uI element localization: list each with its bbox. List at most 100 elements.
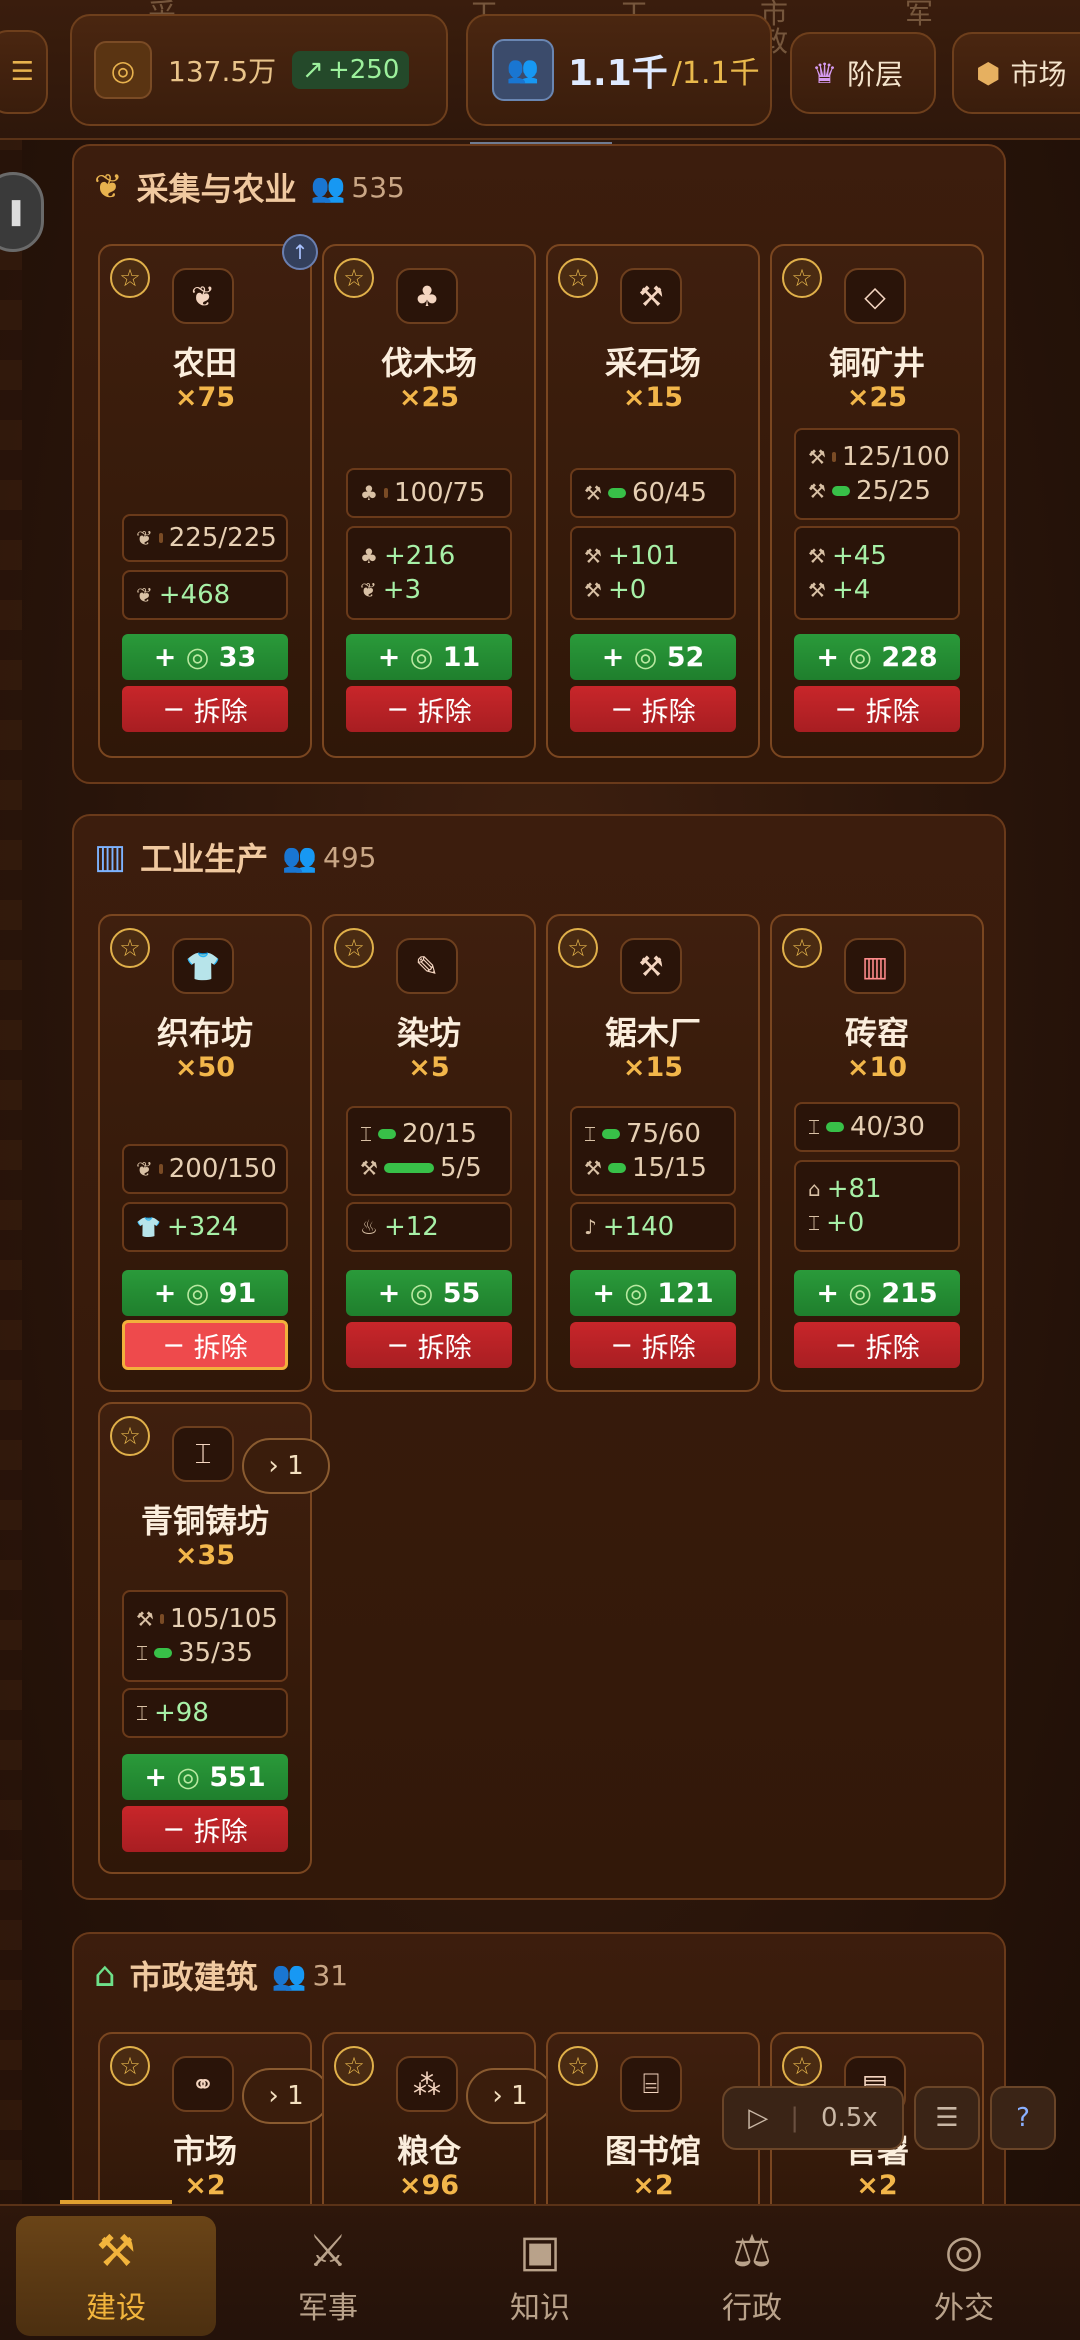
favorite-star-icon[interactable]: ☆ xyxy=(334,2046,374,2086)
building-name: 织布坊 xyxy=(156,1014,253,1052)
build-button[interactable]: + ◎ 551 xyxy=(122,1754,288,1800)
building-name: 粮仓 xyxy=(396,2132,461,2170)
demolish-button[interactable]: − 拆除 xyxy=(122,1806,288,1852)
output-stat: ⚒ +101 ⚒ +0 xyxy=(570,526,736,620)
section-title: 市政建筑 xyxy=(129,1958,258,1996)
demolish-button[interactable]: − 拆除 xyxy=(570,686,736,732)
demolish-button[interactable]: − 拆除 xyxy=(346,686,512,732)
anvil-icon: ⌶ xyxy=(136,1701,148,1725)
help-button[interactable]: ? xyxy=(990,2086,1056,2150)
pause-handle[interactable]: ❚❚ xyxy=(0,172,44,252)
nav-diplomacy[interactable]: ◎ 外交 xyxy=(864,2216,1064,2336)
demolish-label: 拆除 xyxy=(641,696,696,728)
price-value: 551 xyxy=(209,1761,266,1793)
build-button[interactable]: + ◎ 55 xyxy=(346,1270,512,1316)
output-value: +468 xyxy=(158,580,231,610)
price-value: 215 xyxy=(881,1277,938,1309)
classes-button[interactable]: ♛ 阶层 xyxy=(790,32,936,114)
queue-badge[interactable]: › 1 xyxy=(242,2068,330,2124)
nav-administration[interactable]: ⚖ 行政 xyxy=(652,2216,852,2336)
favorite-star-icon[interactable]: ☆ xyxy=(782,258,822,298)
menu-button[interactable]: ☰ xyxy=(914,2086,980,2150)
coin-icon: ◎ xyxy=(624,1277,648,1309)
wheat-icon: ❦ xyxy=(360,578,377,602)
nav-build[interactable]: ⚒ 建设 xyxy=(16,2216,216,2336)
market-button[interactable]: ⬢ 市场 xyxy=(952,32,1080,114)
demolish-button[interactable]: − 拆除 xyxy=(346,1322,512,1368)
favorite-star-icon[interactable]: ☆ xyxy=(558,258,598,298)
building-card-quarry: ☆ ⚒ 采石场 ×15 ⚒ 60/45 ⚒ +101 ⚒ +0 + ◎ 52 − 拆除 xyxy=(546,244,760,758)
gem-icon: ◇ xyxy=(844,268,906,324)
demolish-button[interactable]: − 拆除 xyxy=(794,1322,960,1368)
building-count: ×96 xyxy=(398,2170,460,2201)
build-button[interactable]: + ◎ 11 xyxy=(346,634,512,680)
stat-value: 225/225 xyxy=(168,523,277,553)
fill-bar xyxy=(602,1129,620,1139)
building-count: ×35 xyxy=(174,1540,236,1571)
menu-tab-partial[interactable]: ☰ xyxy=(0,30,48,114)
building-count: ×50 xyxy=(174,1052,236,1083)
hammer-icon: ⚒ xyxy=(360,1156,378,1180)
anvil-icon: ⌶ xyxy=(584,1122,596,1146)
upgrade-arrow-icon[interactable]: ↑ xyxy=(282,234,318,270)
fill-bar xyxy=(607,488,626,498)
fill-bar xyxy=(158,533,163,543)
favorite-star-icon[interactable]: ☆ xyxy=(110,2046,150,2086)
worker-stat: ⌶ 40/30 xyxy=(794,1102,960,1152)
build-button[interactable]: + ◎ 52 xyxy=(570,634,736,680)
output-stat: ❦ +468 xyxy=(122,570,288,620)
build-button[interactable]: + ◎ 228 xyxy=(794,634,960,680)
favorite-star-icon[interactable]: ☆ xyxy=(782,928,822,968)
favorite-star-icon[interactable]: ☆ xyxy=(782,2046,822,2086)
favorite-star-icon[interactable]: ☆ xyxy=(110,928,150,968)
gold-display[interactable]: ◎ 137.5万 ↗ +250 xyxy=(70,14,448,126)
home-icon: ⌂ xyxy=(808,1177,821,1201)
demolish-label: 拆除 xyxy=(865,1332,920,1364)
market-label: 市场 xyxy=(1010,58,1067,91)
fill-bar xyxy=(378,1129,396,1139)
favorite-star-icon[interactable]: ☆ xyxy=(110,1416,150,1456)
coin-icon: ◎ xyxy=(848,1277,872,1309)
nav-knowledge[interactable]: ▣ 知识 xyxy=(440,2216,640,2336)
demolish-button[interactable]: − 拆除 xyxy=(122,686,288,732)
gavel-icon: ⚖ xyxy=(732,2225,772,2277)
queue-badge[interactable]: › 1 xyxy=(466,2068,554,2124)
stat-value: 15/15 xyxy=(631,1153,707,1183)
section-header: ⌂ 市政建筑 👥 31 xyxy=(94,1952,348,1998)
demolish-button[interactable]: − 拆除 xyxy=(570,1322,736,1368)
building-count: ×15 xyxy=(622,382,684,413)
build-button[interactable]: + ◎ 33 xyxy=(122,634,288,680)
building-count: ×25 xyxy=(398,382,460,413)
shirt-icon: 👕 xyxy=(136,1215,161,1239)
favorite-star-icon[interactable]: ☆ xyxy=(558,2046,598,2086)
fill-bar xyxy=(607,1163,626,1173)
building-card-brick-kiln: ☆ ▥ 砖窑 ×10 ⌶ 40/30 ⌂ +81 ⌶ +0 + ◎ 215 − 拆除 xyxy=(770,914,984,1392)
population-display[interactable]: 👥 1.1千 /1.1千 xyxy=(466,14,772,126)
queue-count: 1 xyxy=(287,1451,304,1481)
handshake-icon: ⚭ xyxy=(172,2056,234,2112)
fill-bar xyxy=(831,486,850,496)
build-button[interactable]: + ◎ 91 xyxy=(122,1270,288,1316)
chevron-right-icon: › xyxy=(492,2081,503,2111)
demolish-label: 拆除 xyxy=(865,696,920,728)
favorite-star-icon[interactable]: ☆ xyxy=(334,928,374,968)
building-name: 伐木场 xyxy=(380,344,477,382)
nav-military[interactable]: ⚔ 军事 xyxy=(228,2216,428,2336)
build-button[interactable]: + ◎ 121 xyxy=(570,1270,736,1316)
demolish-button[interactable]: − 拆除 xyxy=(122,1320,288,1370)
building-name: 采石场 xyxy=(604,344,701,382)
output-stat: ⌂ +81 ⌶ +0 xyxy=(794,1160,960,1252)
stat-value: 40/30 xyxy=(850,1112,925,1142)
count-value: 495 xyxy=(323,840,377,874)
people-icon: 👥 xyxy=(492,39,554,101)
build-button[interactable]: + ◎ 215 xyxy=(794,1270,960,1316)
favorite-star-icon[interactable]: ☆ xyxy=(334,258,374,298)
favorite-star-icon[interactable]: ☆ xyxy=(110,258,150,298)
anvil-icon: ⌶ xyxy=(172,1426,234,1482)
coin-icon: ◎ xyxy=(185,641,210,673)
speed-control[interactable]: ▷ | 0.5x xyxy=(722,2086,904,2150)
count-value: 31 xyxy=(312,1958,349,1992)
queue-badge[interactable]: › 1 xyxy=(242,1438,330,1494)
favorite-star-icon[interactable]: ☆ xyxy=(558,928,598,968)
demolish-button[interactable]: − 拆除 xyxy=(794,686,960,732)
